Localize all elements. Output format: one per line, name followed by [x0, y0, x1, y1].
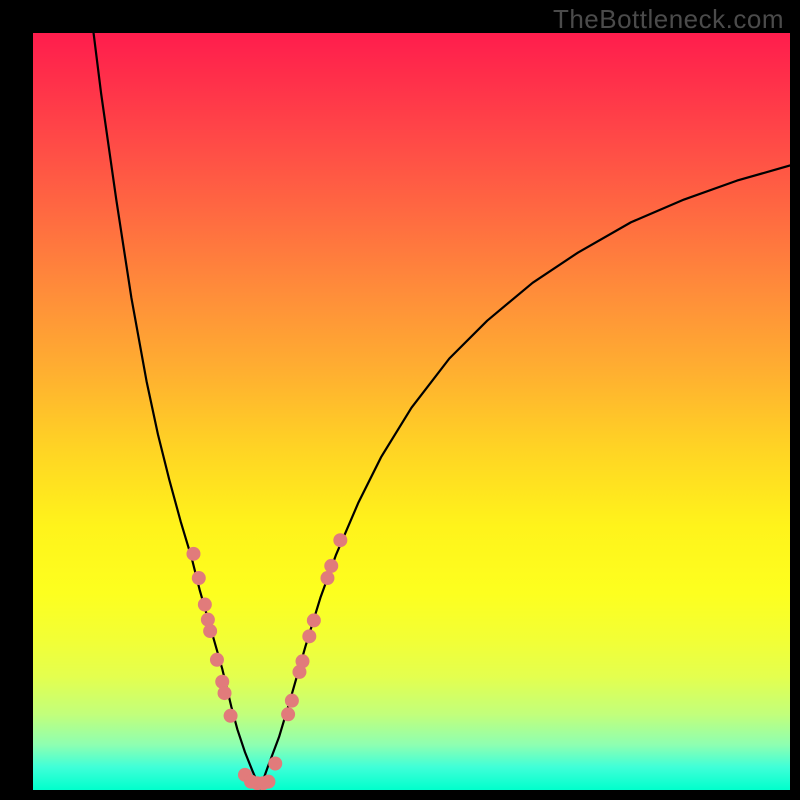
highlight-dot [285, 694, 299, 708]
highlight-dot [198, 598, 212, 612]
watermark-text: TheBottleneck.com [553, 4, 784, 35]
highlight-dot [281, 707, 295, 721]
highlight-dot [218, 686, 232, 700]
highlight-dot [268, 757, 282, 771]
highlight-dot [186, 547, 200, 561]
highlight-dot [307, 613, 321, 627]
plot-area [33, 33, 790, 790]
highlight-dot [333, 533, 347, 547]
highlight-dot [261, 775, 275, 789]
chart-frame: TheBottleneck.com [0, 0, 800, 800]
highlight-dot [320, 571, 334, 585]
highlight-dot [192, 571, 206, 585]
highlight-dot [324, 559, 338, 573]
highlight-dot [295, 654, 309, 668]
highlight-dot [302, 629, 316, 643]
series-right-branch [260, 165, 790, 788]
series-left-branch [94, 33, 261, 788]
highlight-dot [210, 653, 224, 667]
highlight-dot [224, 709, 238, 723]
highlight-dot [203, 624, 217, 638]
chart-svg [33, 33, 790, 790]
